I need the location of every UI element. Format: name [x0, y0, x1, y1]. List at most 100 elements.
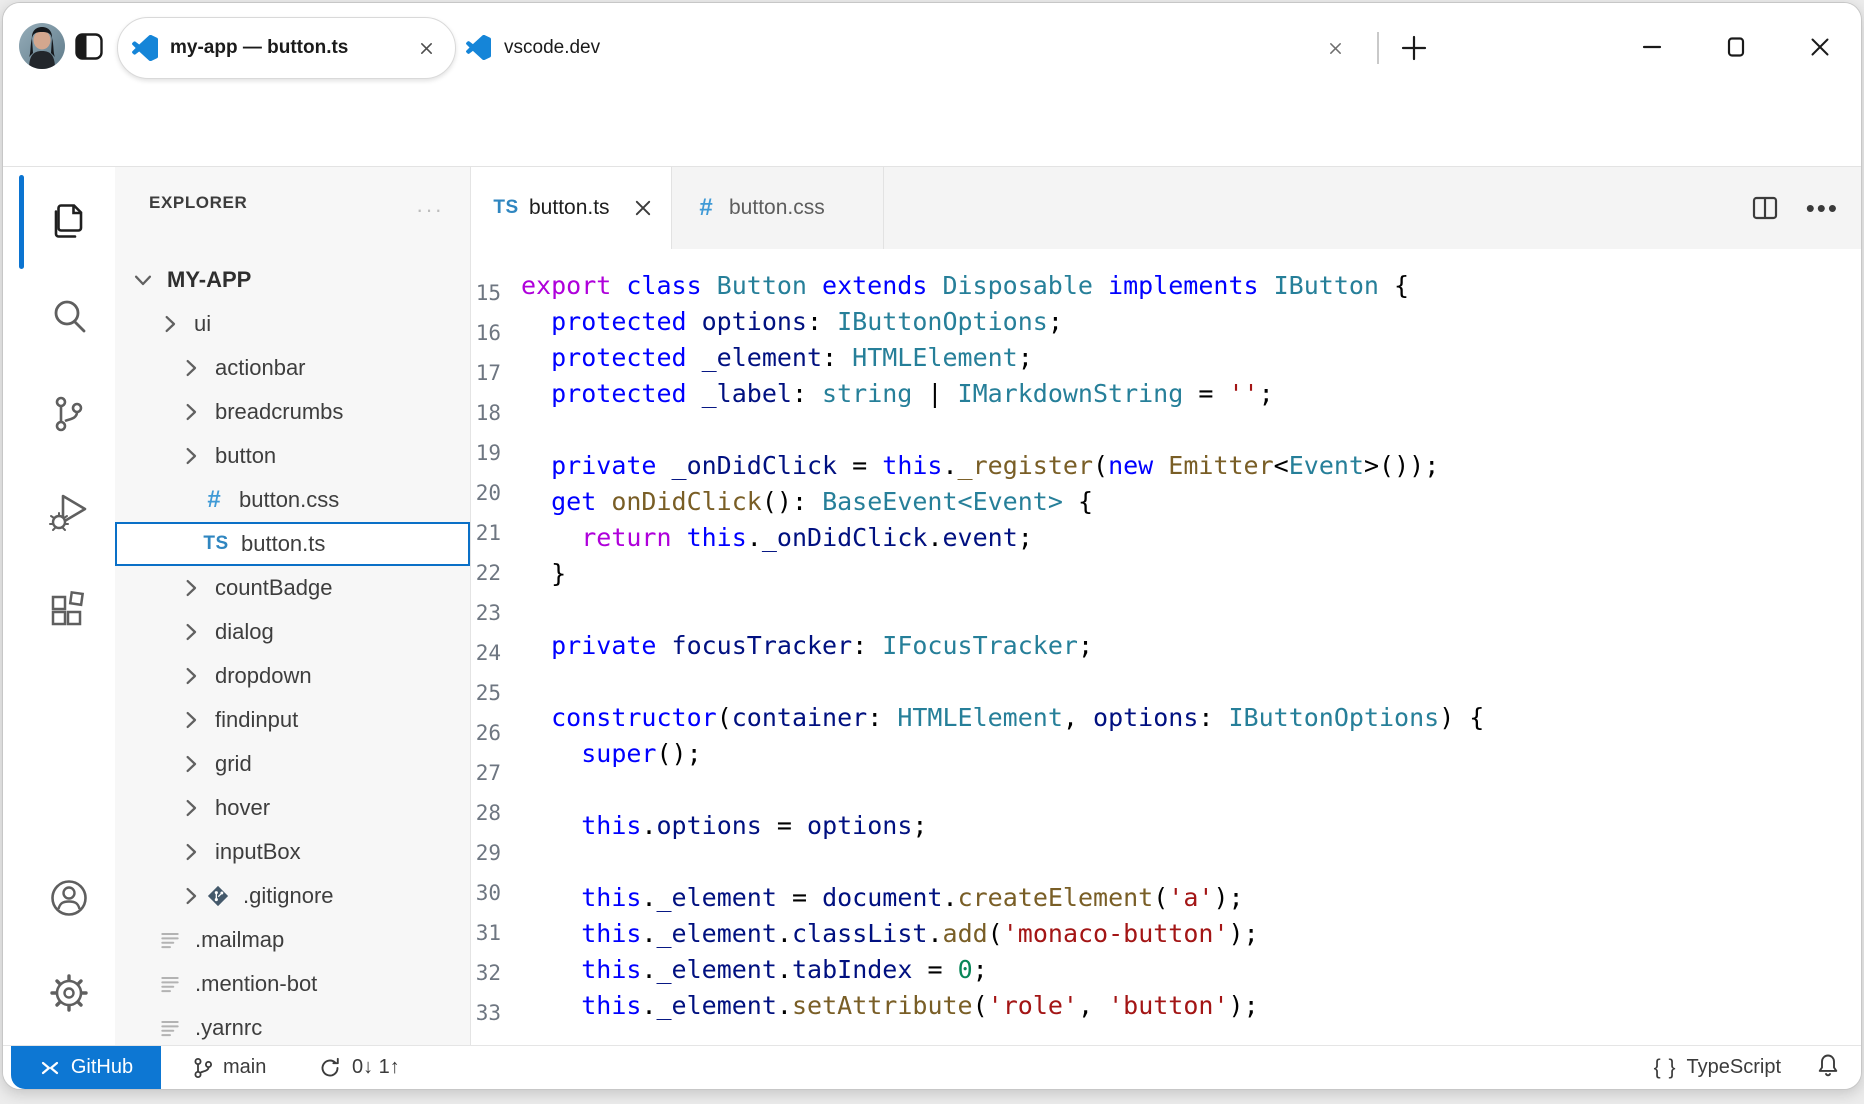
tree-item-button[interactable]: button: [115, 434, 470, 478]
code-line[interactable]: protected options: IButtonOptions;: [521, 304, 1861, 340]
code-line[interactable]: return this._onDidClick.event;: [521, 520, 1861, 556]
avatar-portrait: [19, 23, 65, 69]
explorer-header: EXPLORER ···: [115, 167, 470, 237]
code-line[interactable]: this._element.setAttribute('role', 'butt…: [521, 988, 1861, 1024]
maximize-button[interactable]: [1721, 32, 1751, 62]
code-line[interactable]: protected _element: HTMLElement;: [521, 340, 1861, 376]
file-tree: MY-APP uiactionbarbreadcrumbs button #butto…: [115, 258, 470, 1045]
sync-indicator[interactable]: 0↓ 1↑: [318, 1046, 400, 1089]
chevron-right-icon: [179, 796, 203, 820]
code-line[interactable]: super();: [521, 736, 1861, 772]
tree-item-dropdown[interactable]: dropdown: [115, 654, 470, 698]
tree-item-my-app[interactable]: MY-APP: [115, 258, 470, 302]
line-number: 24: [473, 633, 501, 673]
code-line[interactable]: this._element = document.createElement('…: [521, 880, 1861, 916]
window-controls: [1637, 32, 1835, 62]
split-editor-icon[interactable]: [1750, 193, 1780, 223]
tree-item-hover[interactable]: hover: [115, 786, 470, 830]
chevron-right-icon: [179, 444, 203, 468]
browser-tab-active[interactable]: my-app — button.ts: [117, 17, 456, 79]
branch-indicator[interactable]: main: [191, 1046, 266, 1089]
code-line[interactable]: this.options = options;: [521, 808, 1861, 844]
account-icon[interactable]: [46, 875, 92, 921]
line-number: 22: [473, 553, 501, 593]
code-line[interactable]: constructor(container: HTMLElement, opti…: [521, 700, 1861, 736]
editor-more-icon[interactable]: •••: [1806, 193, 1839, 224]
code-line[interactable]: this._element.classList.add('monaco-butt…: [521, 916, 1861, 952]
code-line[interactable]: [521, 844, 1861, 880]
tree-item-label: MY-APP: [167, 267, 251, 293]
file-file-icon: [157, 971, 183, 997]
tree-item-ui[interactable]: ui: [115, 302, 470, 346]
browser-tab-title: vscode.dev: [504, 37, 600, 59]
search-view-icon[interactable]: [46, 293, 92, 339]
tree-item-findinput[interactable]: findinput: [115, 698, 470, 742]
new-tab-button[interactable]: [1399, 33, 1429, 63]
code-line[interactable]: this._element.tabIndex = 0;: [521, 952, 1861, 988]
chevron-down-icon: [131, 268, 155, 292]
code-line[interactable]: private _onDidClick = this._register(new…: [521, 448, 1861, 484]
settings-gear-icon[interactable]: [46, 970, 92, 1016]
tree-item-label: button.css: [239, 487, 339, 513]
tree-item-grid[interactable]: grid: [115, 742, 470, 786]
tree-item-button.css[interactable]: #button.css: [115, 478, 470, 522]
tree-item-yarnrc[interactable]: .yarnrc: [115, 1006, 470, 1045]
tree-item-actionbar[interactable]: actionbar: [115, 346, 470, 390]
chevron-right-icon: [179, 620, 203, 644]
editor-tab-label: button.css: [729, 196, 825, 220]
explorer-more-icon[interactable]: ···: [416, 197, 444, 223]
code-editor[interactable]: 15161718192021222324252627282930313233 e…: [471, 249, 1861, 1045]
css-file-icon: #: [693, 195, 719, 221]
tree-item-label: inputBox: [215, 839, 301, 865]
code-line[interactable]: export class Button extends Disposable i…: [521, 268, 1861, 304]
line-number: 18: [473, 393, 501, 433]
close-tab-icon[interactable]: [632, 197, 654, 219]
code-line[interactable]: [521, 592, 1861, 628]
browser-tab-inactive[interactable]: vscode.dev: [460, 17, 1340, 79]
tree-item-mention-bot[interactable]: .mention-bot: [115, 962, 470, 1006]
editor-actions: •••: [1750, 167, 1839, 249]
tree-item-inputbox[interactable]: inputBox: [115, 830, 470, 874]
minimize-button[interactable]: [1637, 32, 1667, 62]
extensions-icon[interactable]: [46, 587, 92, 633]
profile-avatar[interactable]: [19, 23, 65, 69]
remote-indicator[interactable]: GitHub: [11, 1046, 161, 1089]
line-number: 27: [473, 753, 501, 793]
explorer-title: EXPLORER: [149, 193, 247, 213]
tree-item-countbadge[interactable]: countBadge: [115, 566, 470, 610]
code-line[interactable]: get onDidClick(): BaseEvent<Event> {: [521, 484, 1861, 520]
tab-close-icon[interactable]: [411, 33, 441, 63]
tree-item-gitignore[interactable]: .gitignore: [115, 874, 470, 918]
language-indicator[interactable]: { } TypeScript: [1654, 1056, 1781, 1080]
tree-item-label: .mailmap: [195, 927, 284, 953]
chevron-right-icon: [179, 708, 203, 732]
editor-tab-button.ts[interactable]: TSbutton.ts: [471, 167, 671, 249]
tree-item-mailmap[interactable]: .mailmap: [115, 918, 470, 962]
explorer-icon[interactable]: [46, 198, 92, 244]
tree-item-button.ts[interactable]: TSbutton.ts: [115, 522, 470, 566]
code-line[interactable]: [521, 772, 1861, 808]
chevron-right-icon: [179, 400, 203, 424]
tab-actions-icon[interactable]: [75, 33, 103, 60]
code-line[interactable]: private focusTracker: IFocusTracker;: [521, 628, 1861, 664]
chevron-right-icon: [179, 884, 203, 908]
activity-bar: [3, 167, 115, 1045]
code-line[interactable]: [521, 412, 1861, 448]
browser-window: my-app — button.ts vscode.dev: [2, 2, 1862, 1090]
close-window-button[interactable]: [1805, 32, 1835, 62]
tree-item-label: button: [215, 443, 276, 469]
browser-toolbar: https://vscode.dev: [3, 91, 1861, 167]
code-content: export class Button extends Disposable i…: [521, 268, 1861, 1024]
tree-item-dialog[interactable]: dialog: [115, 610, 470, 654]
code-line[interactable]: [521, 664, 1861, 700]
code-line[interactable]: protected _label: string | IMarkdownStri…: [521, 376, 1861, 412]
line-number: 20: [473, 473, 501, 513]
editor-tab-button.css[interactable]: # button.css: [671, 167, 883, 249]
tab-close-icon[interactable]: [1320, 33, 1350, 63]
line-number: 25: [473, 673, 501, 713]
tree-item-breadcrumbs[interactable]: breadcrumbs: [115, 390, 470, 434]
code-line[interactable]: }: [521, 556, 1861, 592]
notifications-bell-icon[interactable]: [1815, 1052, 1841, 1084]
run-debug-icon[interactable]: [46, 488, 92, 534]
source-control-icon[interactable]: [46, 391, 92, 437]
